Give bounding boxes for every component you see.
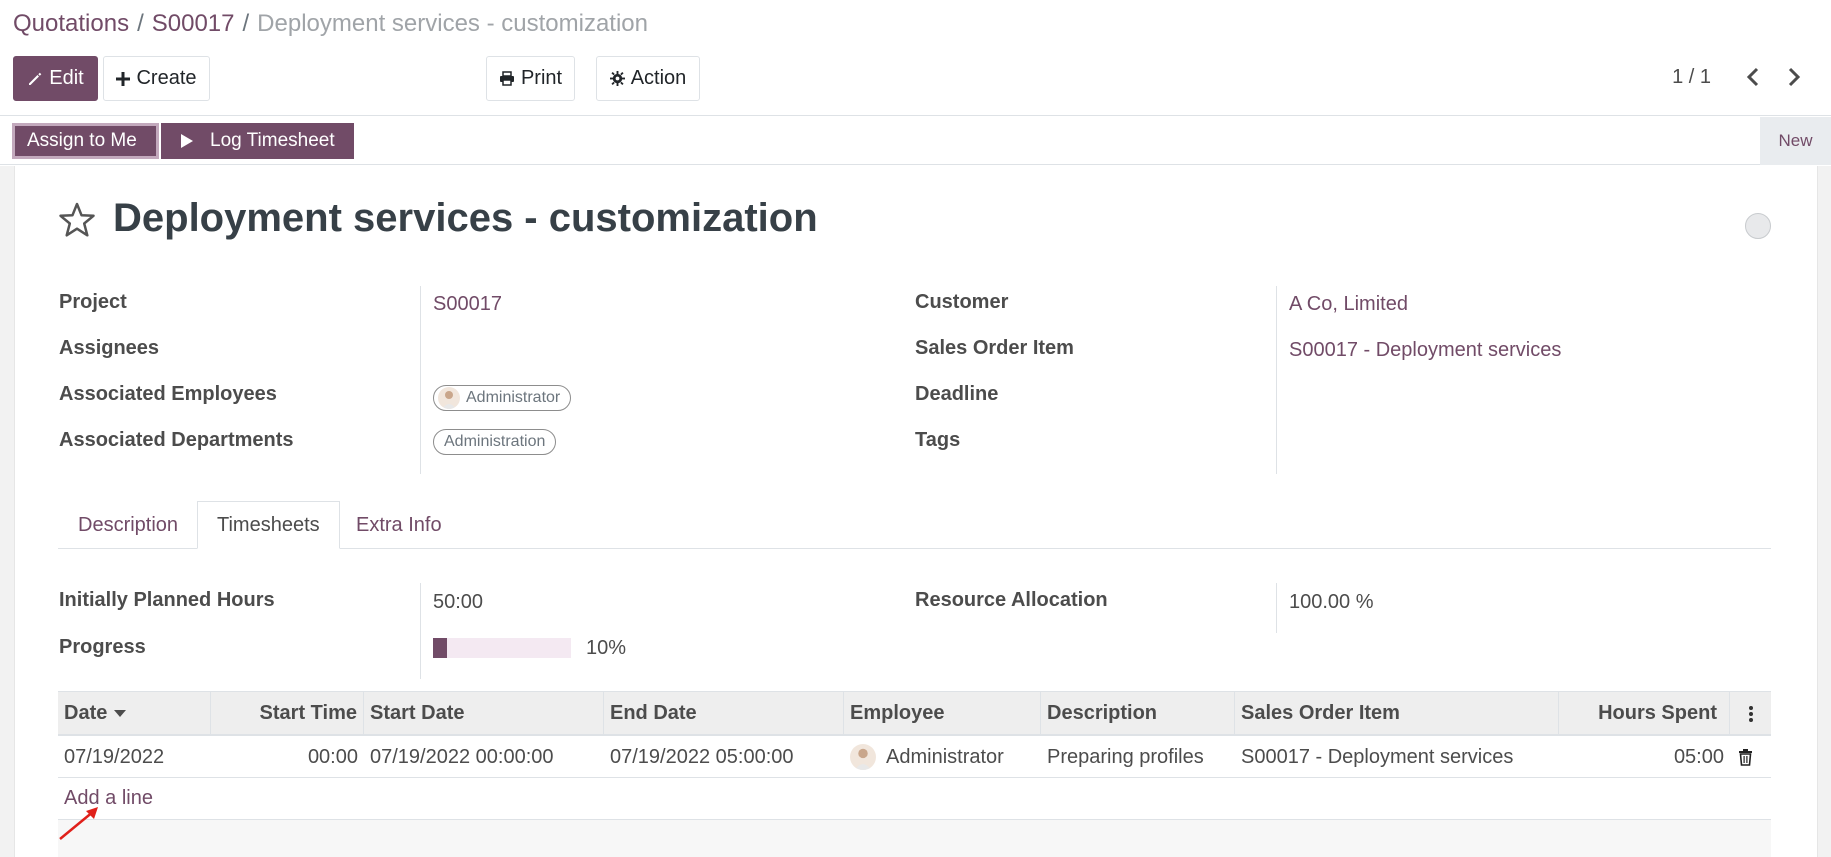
trash-icon: [1738, 748, 1752, 766]
column-end-date[interactable]: End Date: [604, 692, 844, 735]
timesheet-table-header: Date Start Time Start Date End Date Empl…: [58, 691, 1771, 736]
planned-hours-label: Initially Planned Hours: [59, 589, 275, 611]
customer-value[interactable]: A Co, Limited: [1289, 293, 1408, 316]
assignees-label: Assignees: [59, 337, 160, 359]
customer-label: Customer: [915, 291, 1009, 313]
printer-icon: [499, 71, 514, 86]
department-tag[interactable]: Administration: [433, 429, 557, 455]
associated-employees-label: Associated Employees: [59, 383, 277, 405]
optional-columns-toggle[interactable]: [1730, 692, 1771, 735]
stage-new[interactable]: New: [1760, 117, 1831, 165]
associated-departments-label: Associated Departments: [59, 429, 294, 451]
sales-order-item-value[interactable]: S00017 - Deployment services: [1289, 339, 1561, 362]
cell-date[interactable]: 07/19/2022: [58, 737, 211, 777]
star-icon[interactable]: [58, 202, 96, 238]
column-employee[interactable]: Employee: [844, 692, 1041, 735]
table-row[interactable]: 07/19/2022 00:00 07/19/2022 00:00:00 07/…: [58, 737, 1771, 778]
kanban-state-indicator[interactable]: [1745, 213, 1771, 239]
column-date[interactable]: Date: [58, 692, 211, 735]
tab-description[interactable]: Description: [59, 501, 197, 549]
chevron-left-icon: [1746, 67, 1759, 87]
table-footer: [58, 820, 1771, 857]
assign-to-me-button[interactable]: Assign to Me: [12, 123, 159, 159]
column-start-date[interactable]: Start Date: [364, 692, 604, 735]
pager-next-button[interactable]: [1779, 62, 1809, 92]
avatar: [850, 744, 876, 770]
statusbar: Assign to Me Log Timesheet New: [0, 117, 1831, 165]
column-description[interactable]: Description: [1041, 692, 1235, 735]
breadcrumb-quotations[interactable]: Quotations: [13, 10, 129, 37]
employee-tag[interactable]: Administrator: [433, 385, 572, 411]
resource-allocation-label: Resource Allocation: [915, 589, 1108, 611]
sort-down-icon: [114, 709, 127, 717]
breadcrumb: Quotations / S00017 / Deployment services - …: [13, 10, 648, 38]
project-value[interactable]: S00017: [433, 293, 502, 316]
deadline-label: Deadline: [915, 383, 999, 405]
tags-label: Tags: [915, 429, 961, 451]
annotation-arrow-icon: [59, 807, 98, 840]
resource-allocation-value[interactable]: 100.00 %: [1289, 591, 1374, 614]
column-start-time[interactable]: Start Time: [211, 692, 364, 735]
action-label: Action: [630, 67, 687, 89]
pencil-icon: [29, 72, 42, 85]
chevron-right-icon: [1788, 67, 1801, 87]
field-divider: [420, 583, 421, 679]
project-label: Project: [59, 291, 127, 313]
cell-sales-order-item[interactable]: S00017 - Deployment services: [1235, 737, 1559, 777]
cell-start-time[interactable]: 00:00: [211, 737, 364, 777]
vertical-ellipsis-icon: [1748, 705, 1753, 722]
print-label: Print: [520, 67, 563, 89]
resource-allocation-unit: %: [1355, 591, 1374, 613]
cell-end-date[interactable]: 07/19/2022 05:00:00: [604, 737, 844, 777]
cell-hours-spent[interactable]: 05:00: [1559, 737, 1730, 777]
plus-icon: [116, 71, 131, 86]
avatar: [438, 387, 460, 409]
gear-icon: [609, 71, 625, 86]
field-divider: [1276, 286, 1277, 474]
play-icon: [181, 134, 193, 148]
action-button[interactable]: Action: [596, 56, 700, 101]
cell-start-date[interactable]: 07/19/2022 00:00:00: [364, 737, 604, 777]
planned-hours-value[interactable]: 50:00: [433, 591, 483, 614]
edit-button[interactable]: Edit: [13, 56, 98, 101]
progress-bar: [433, 638, 571, 658]
progress-value: 10%: [586, 637, 627, 659]
log-timesheet-label: Log Timesheet: [210, 130, 335, 151]
progress-label: Progress: [59, 636, 146, 658]
tab-timesheets[interactable]: Timesheets: [197, 501, 340, 549]
control-panel: Quotations / S00017 / Deployment services - …: [0, 0, 1831, 116]
breadcrumb-current: Deployment services - customization: [257, 10, 648, 37]
progress-bar-fill: [433, 638, 447, 658]
tab-extra-info[interactable]: Extra Info: [337, 501, 461, 549]
column-hours-spent[interactable]: Hours Spent: [1559, 692, 1730, 735]
create-label: Create: [136, 67, 197, 89]
pager-previous-button[interactable]: [1738, 62, 1768, 92]
cell-description[interactable]: Preparing profiles: [1041, 737, 1235, 777]
breadcrumb-separator: /: [137, 10, 144, 37]
employee-tag-label: Administrator: [466, 389, 561, 406]
pager-value[interactable]: 1 / 1: [1672, 66, 1711, 89]
sales-order-item-label: Sales Order Item: [915, 337, 1074, 359]
breadcrumb-separator: /: [242, 10, 250, 37]
create-button[interactable]: Create: [103, 56, 210, 101]
column-date-label: Date: [64, 702, 108, 724]
delete-row-button[interactable]: [1730, 737, 1760, 777]
log-timesheet-button[interactable]: Log Timesheet: [161, 123, 354, 159]
cell-employee-name: Administrator: [886, 745, 1004, 768]
column-sales-order-item[interactable]: Sales Order Item: [1235, 692, 1559, 735]
cell-employee[interactable]: Administrator: [844, 737, 1041, 777]
breadcrumb-s00017[interactable]: S00017: [152, 10, 235, 37]
edit-label: Edit: [49, 67, 84, 89]
task-title[interactable]: Deployment services - customization: [113, 196, 818, 241]
field-divider: [420, 286, 421, 474]
field-divider: [1276, 583, 1277, 633]
print-button[interactable]: Print: [486, 56, 575, 101]
resource-allocation-number: 100.00: [1289, 591, 1351, 613]
